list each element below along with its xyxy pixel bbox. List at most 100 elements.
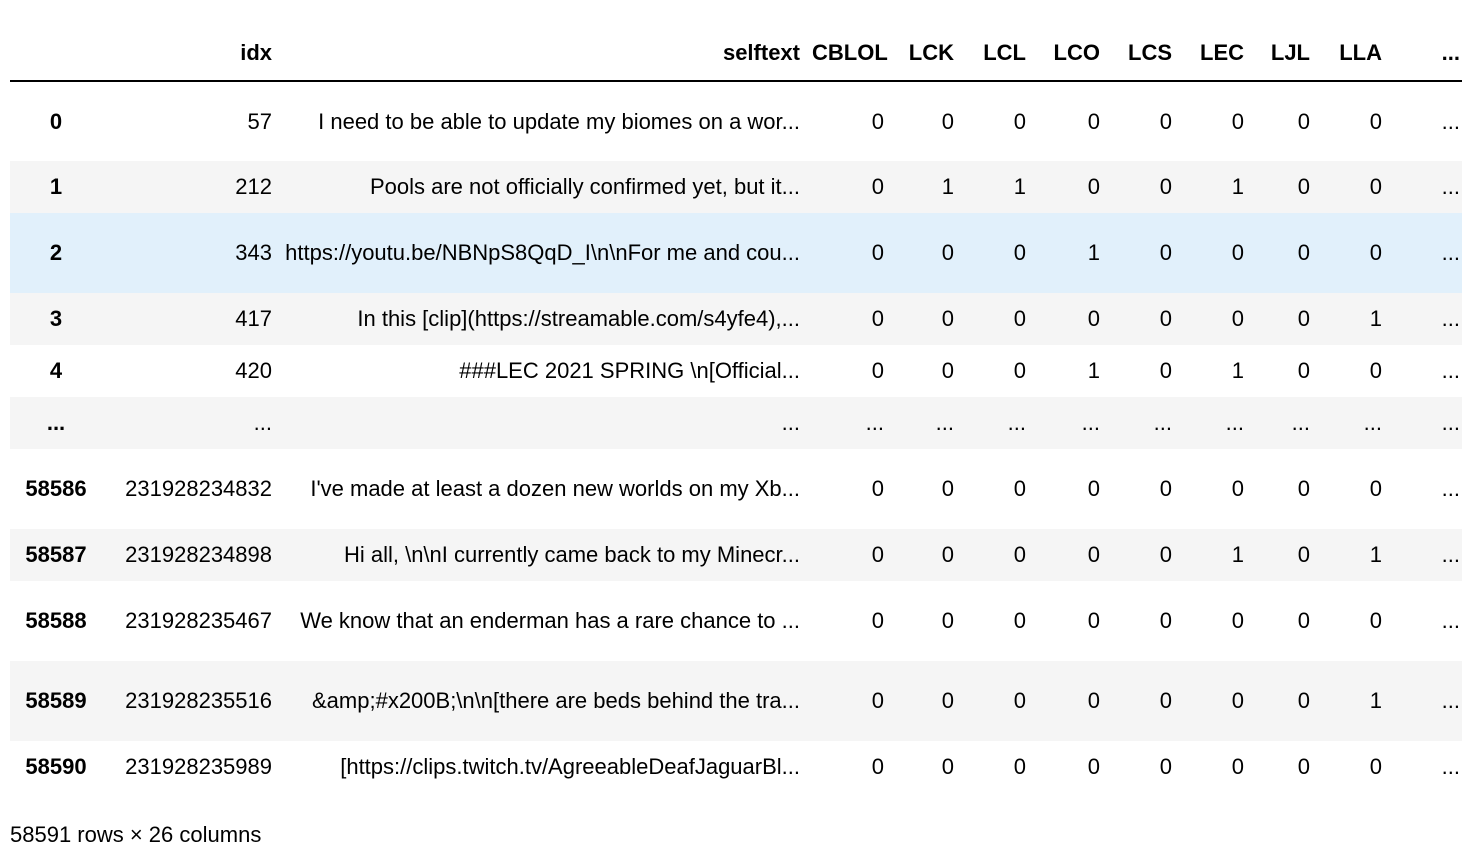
table-row[interactable]: 58590 231928235989 [https://clips.twitch.t…: [10, 741, 1462, 793]
cell-value: ...: [1441, 476, 1460, 501]
cell-value: 0: [871, 240, 884, 265]
cell-value: 1: [1369, 542, 1382, 567]
column-header: LCK: [896, 26, 966, 82]
cell-selftext: In this [clip](https://streamable.com/s4…: [357, 306, 800, 331]
cell-value: 0: [1013, 358, 1026, 383]
cell-selftext: We know that an enderman has a rare chan…: [300, 608, 800, 633]
cell-value: 0: [1013, 688, 1026, 713]
cell-value: 0: [1297, 358, 1310, 383]
cell-value: 0: [1087, 174, 1100, 199]
cell-value: 0: [1369, 108, 1382, 134]
cell-value: ...: [1363, 410, 1382, 435]
column-header: LCL: [966, 26, 1038, 82]
column-header: LEC: [1184, 26, 1256, 82]
row-index: 58589: [25, 688, 87, 713]
table-row[interactable]: ....................................: [10, 397, 1462, 449]
cell-selftext: Hi all, \n\nI currently came back to my …: [343, 542, 800, 567]
cell-value: ...: [865, 410, 884, 435]
table-row[interactable]: 58587 231928234898 Hi all, \n\nI currently…: [10, 529, 1462, 581]
cell-value: 0: [1297, 240, 1310, 265]
column-header: LCS: [1112, 26, 1184, 82]
cell-value: 0: [941, 688, 954, 713]
cell-value: 0: [1013, 108, 1026, 134]
cell-value: ...: [1441, 306, 1460, 331]
cell-value: 0: [1159, 542, 1172, 567]
table-row[interactable]: 2 343 https://youtu.be/NBNpS8QqD_I\n\nFor …: [10, 213, 1462, 293]
cell-value: ...: [935, 410, 954, 435]
cell-value: 0: [1087, 108, 1100, 134]
column-header: selftext: [284, 26, 812, 82]
cell-value: 0: [1087, 306, 1100, 331]
cell-selftext: https://youtu.be/NBNpS8QqD_I\n\nFor me a…: [285, 240, 800, 265]
cell-value: 0: [941, 542, 954, 567]
cell-selftext: I need to be able to update my biomes on…: [318, 108, 800, 134]
table-row[interactable]: 0 57 I need to be able to update my biomes…: [10, 81, 1462, 161]
row-index: 1: [49, 174, 63, 199]
cell-value: 0: [871, 174, 884, 199]
table-row[interactable]: 1 212 Pools are not officially confirmed y…: [10, 161, 1462, 213]
cell-value: 1: [1231, 542, 1244, 567]
cell-value: 0: [1013, 240, 1026, 265]
cell-value: ...: [1441, 542, 1460, 567]
cell-value: 0: [941, 240, 954, 265]
cell-value: 0: [1231, 240, 1244, 265]
cell-value: ...: [1291, 410, 1310, 435]
cell-value: ...: [1441, 240, 1460, 265]
cell-value: 0: [1159, 688, 1172, 713]
cell-idx: 231928234898: [125, 542, 272, 567]
cell-value: 0: [1087, 688, 1100, 713]
cell-value: 0: [1013, 754, 1026, 779]
table-row[interactable]: 58589 231928235516 &amp;#x200B;\n\n[there …: [10, 661, 1462, 741]
table-row[interactable]: 58588 231928235467 We know that an enderma…: [10, 581, 1462, 661]
cell-value: 0: [1369, 608, 1382, 633]
cell-idx: 231928234832: [125, 476, 272, 501]
cell-value: 0: [1159, 358, 1172, 383]
cell-value: ...: [1007, 410, 1026, 435]
cell-value: 0: [871, 754, 884, 779]
cell-value: 0: [1013, 476, 1026, 501]
cell-value: 0: [941, 608, 954, 633]
cell-selftext: ###LEC 2021 SPRING \n[Official...: [459, 358, 800, 383]
table-body: 0 57 I need to be able to update my biomes…: [10, 81, 1462, 793]
cell-value: 1: [1087, 240, 1100, 265]
cell-value: 1: [1087, 358, 1100, 383]
cell-value: 0: [1231, 476, 1244, 501]
cell-value: 0: [1231, 108, 1244, 134]
cell-value: 0: [871, 688, 884, 713]
table-row[interactable]: 3 417 In this [clip](https://streamable.co…: [10, 293, 1462, 345]
table-row[interactable]: 58586 231928234832 I've made at least a do…: [10, 449, 1462, 529]
cell-value: 0: [1013, 608, 1026, 633]
cell-value: ...: [1153, 410, 1172, 435]
cell-value: 0: [1231, 306, 1244, 331]
cell-selftext: Pools are not officially confirmed yet, …: [369, 174, 800, 199]
cell-value: ...: [1441, 410, 1460, 435]
cell-value: 0: [1297, 108, 1310, 134]
column-header: LLA: [1322, 26, 1394, 82]
cell-value: 1: [1231, 358, 1244, 383]
cell-value: ...: [1225, 410, 1244, 435]
cell-value: 0: [941, 476, 954, 501]
cell-value: ...: [1441, 688, 1460, 713]
cell-value: 0: [1087, 754, 1100, 779]
cell-selftext: &amp;#x200B;\n\n[there are beds behind t…: [312, 688, 800, 713]
cell-selftext: [https://clips.twitch.tv/AgreeableDeafJa…: [340, 754, 800, 779]
cell-idx: 231928235516: [125, 688, 272, 713]
row-count-footer: 58591 rows × 26 columns: [10, 822, 262, 847]
cell-idx: 212: [235, 174, 272, 199]
cell-value: 0: [941, 306, 954, 331]
cell-value: 1: [1013, 174, 1026, 199]
cell-value: 0: [941, 754, 954, 779]
cell-value: 0: [1013, 542, 1026, 567]
cell-value: ...: [1441, 754, 1460, 779]
cell-selftext: ...: [781, 410, 800, 435]
cell-value: 0: [1369, 754, 1382, 779]
cell-value: ...: [1441, 174, 1460, 199]
cell-idx: 420: [235, 358, 272, 383]
column-header: CBLOL: [812, 26, 896, 82]
cell-value: 0: [1297, 306, 1310, 331]
table-row[interactable]: 4 420 ###LEC 2021 SPRING \n[Official... 0 0 0…: [10, 345, 1462, 397]
cell-value: 1: [1231, 174, 1244, 199]
cell-idx: 57: [247, 108, 272, 134]
cell-value: 0: [1297, 608, 1310, 633]
cell-value: 0: [1159, 306, 1172, 331]
